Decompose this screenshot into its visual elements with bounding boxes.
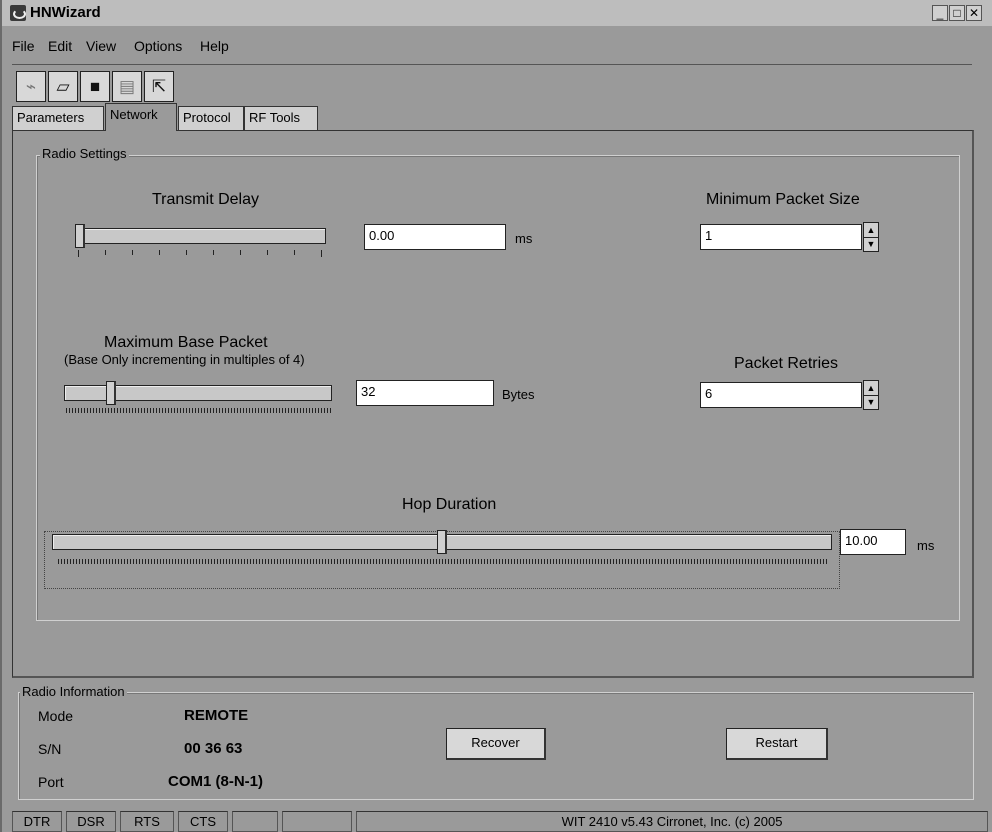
transmit-delay-slider[interactable] [78,228,326,244]
hop-duration-ticks [58,559,828,564]
minimum-packet-size-label: Minimum Packet Size [706,191,860,208]
save-icon[interactable]: ■ [80,71,110,102]
max-base-packet-unit: Bytes [502,387,535,402]
mode-value: REMOTE [184,707,249,724]
menu-options[interactable]: Options [134,38,182,54]
disk-icon[interactable]: ▤ [112,71,142,102]
spin-down-icon[interactable]: ▼ [864,395,878,409]
max-base-packet-sublabel: (Base Only incrementing in multiples of … [64,352,305,367]
packet-retries-spinner[interactable]: ▲ ▼ [863,380,879,410]
close-button[interactable]: ✕ [966,5,982,21]
spin-up-icon[interactable]: ▲ [864,223,878,238]
transmit-delay-unit: ms [515,231,533,246]
sn-value: 00 36 63 [184,740,243,757]
menu-help[interactable]: Help [200,38,229,54]
tab-protocol[interactable]: Protocol [178,106,244,130]
hop-duration-unit: ms [917,538,935,553]
title-bar: HNWizard _ □ ✕ [2,0,992,26]
status-info: WIT 2410 v5.43 Cirronet, Inc. (c) 2005 [356,811,988,832]
tab-network[interactable]: Network [105,103,177,131]
connect-icon[interactable]: ⌁ [16,71,46,102]
minimize-button[interactable]: _ [932,5,948,21]
port-value: COM1 (8-N-1) [168,773,264,790]
max-base-packet-slider-thumb[interactable] [106,381,116,405]
status-dsr: DSR [66,811,116,832]
status-dtr: DTR [12,811,62,832]
spin-up-icon[interactable]: ▲ [864,381,878,396]
transmit-delay-input[interactable]: 0.00 [364,224,506,250]
packet-retries-input[interactable]: 6 [700,382,862,408]
radio-settings-legend: Radio Settings [40,146,129,161]
menu-file[interactable]: File [12,38,35,54]
port-label: Port [38,774,64,790]
menu-edit[interactable]: Edit [48,38,72,54]
app-window: HNWizard _ □ ✕ File Edit View Options He… [0,0,992,832]
maximize-button[interactable]: □ [949,5,965,21]
hop-duration-slider-thumb[interactable] [437,530,447,554]
transmit-delay-label: Transmit Delay [152,191,259,208]
hop-duration-label: Hop Duration [402,496,497,513]
status-bar: DTR DSR RTS CTS WIT 2410 v5.43 Cirronet,… [8,811,992,832]
max-base-packet-label: Maximum Base Packet [104,334,268,351]
transmit-delay-ticks [78,250,326,257]
packet-retries-label: Packet Retries [734,355,839,372]
menu-bar: File Edit View Options Help [2,36,992,56]
status-blank-2 [282,811,352,832]
max-base-packet-input[interactable]: 32 [356,380,494,406]
radio-information-legend: Radio Information [20,684,127,699]
tab-parameters[interactable]: Parameters [12,106,104,130]
minimum-packet-size-input[interactable]: 1 [700,224,862,250]
mode-label: Mode [38,708,74,724]
menu-view[interactable]: View [86,38,116,54]
hop-duration-input[interactable]: 10.00 [840,529,906,555]
minimum-packet-size-spinner[interactable]: ▲ ▼ [863,222,879,252]
open-folder-icon[interactable]: ▱ [48,71,78,102]
export-icon[interactable]: ⇱ [144,71,174,102]
max-base-packet-slider[interactable] [64,385,332,401]
spin-down-icon[interactable]: ▼ [864,237,878,251]
recover-button[interactable]: Recover [446,728,546,760]
transmit-delay-slider-thumb[interactable] [75,224,85,248]
app-icon [10,5,26,21]
tab-rf-tools[interactable]: RF Tools [244,106,318,130]
sn-label: S/N [38,741,62,757]
menu-separator [12,64,972,65]
max-base-packet-ticks [66,408,332,413]
window-title: HNWizard [30,4,101,21]
status-blank [232,811,278,832]
status-cts: CTS [178,811,228,832]
restart-button[interactable]: Restart [726,728,828,760]
status-rts: RTS [120,811,174,832]
